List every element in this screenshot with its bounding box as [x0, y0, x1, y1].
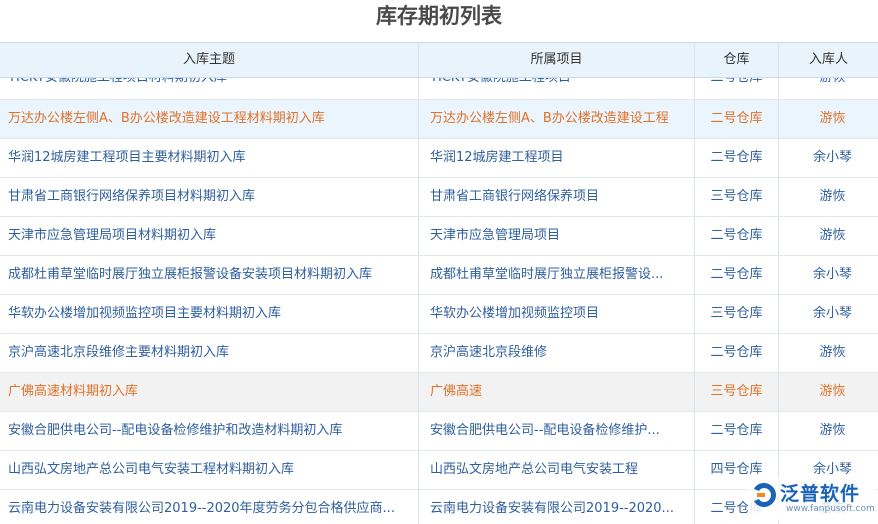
cell-warehouse: 三号仓库	[695, 295, 779, 333]
brand-logo-name: 泛普软件	[780, 483, 861, 505]
stock-initial-table: 入库主题 所属项目 仓库 入库人 TICKY安徽院施工程项目材料期初入库 TIC…	[0, 42, 878, 524]
cell-operator: 游恢	[819, 423, 846, 438]
cell-warehouse: 二号仓库	[695, 334, 779, 372]
cell-warehouse: 二号仓库	[695, 139, 779, 177]
brand-logo-icon	[754, 483, 776, 507]
cell-subject: 华润12城房建工程项目主要材料期初入库	[0, 139, 419, 177]
cell-subject: 安徽合肥供电公司--配电设备检修维护和改造材料期初入库	[0, 412, 419, 450]
cell-subject: 广佛高速材料期初入库	[0, 373, 419, 411]
table-row[interactable]: 山西弘文房地产总公司电气安装工程材料期初入库 山西弘文房地产总公司电气安装工程 …	[0, 451, 878, 490]
table-row[interactable]: 安徽合肥供电公司--配电设备检修维护和改造材料期初入库 安徽合肥供电公司--配电…	[0, 412, 878, 451]
cell-operator: 游恢	[819, 345, 846, 360]
table-row[interactable]: 云南电力设备安装有限公司2019--2020年度劳务分包合格供应商... 云南电…	[0, 490, 878, 524]
brand-logo: 泛普软件 www.fanpusoft.com	[748, 478, 876, 520]
cell-subject: TICKY安徽院施工程项目材料期初入库	[0, 78, 419, 99]
table-row[interactable]: 成都杜甫草堂临时展厅独立展柜报警设备安装项目材料期初入库 成都杜甫草堂临时展厅独…	[0, 256, 878, 295]
cell-subject: 甘肃省工商银行网络保养项目材料期初入库	[0, 178, 419, 216]
cell-project: 天津市应急管理局项目	[419, 217, 695, 255]
table-row[interactable]: 广佛高速材料期初入库 广佛高速 三号仓库 游恢	[0, 373, 878, 412]
table-header: 入库主题 所属项目 仓库 入库人	[0, 42, 878, 78]
cell-project: 安徽合肥供电公司--配电设备检修维护...	[419, 412, 695, 450]
cell-warehouse: 三号仓库	[695, 178, 779, 216]
cell-project: 广佛高速	[419, 373, 695, 411]
cell-subject: 云南电力设备安装有限公司2019--2020年度劳务分包合格供应商...	[0, 490, 419, 524]
cell-operator: 游恢	[819, 228, 846, 243]
cell-project: TICKY安徽院施工程项目	[419, 78, 695, 99]
table-body: TICKY安徽院施工程项目材料期初入库 TICKY安徽院施工程项目 二号仓库 游…	[0, 78, 878, 524]
cell-subject: 山西弘文房地产总公司电气安装工程材料期初入库	[0, 451, 419, 489]
cell-warehouse: 二号仓库	[695, 256, 779, 294]
cell-project: 云南电力设备安装有限公司2019--2020...	[419, 490, 695, 524]
table-row[interactable]: 甘肃省工商银行网络保养项目材料期初入库 甘肃省工商银行网络保养项目 三号仓库 游…	[0, 178, 878, 217]
table-row[interactable]: 天津市应急管理局项目材料期初入库 天津市应急管理局项目 二号仓库 游恢	[0, 217, 878, 256]
cell-subject: 京沪高速北京段维修主要材料期初入库	[0, 334, 419, 372]
brand-logo-url: www.fanpusoft.com	[786, 504, 875, 514]
cell-operator: 余小琴	[812, 267, 852, 282]
cell-subject: 天津市应急管理局项目材料期初入库	[0, 217, 419, 255]
cell-project: 成都杜甫草堂临时展厅独立展柜报警设...	[419, 256, 695, 294]
table-row[interactable]: 京沪高速北京段维修主要材料期初入库 京沪高速北京段维修 二号仓库 游恢	[0, 334, 878, 373]
table-row[interactable]: TICKY安徽院施工程项目材料期初入库 TICKY安徽院施工程项目 二号仓库 游…	[0, 78, 878, 100]
cell-project: 华软办公楼增加视频监控项目	[419, 295, 695, 333]
column-header-subject[interactable]: 入库主题	[0, 43, 419, 77]
cell-warehouse: 二号仓库	[695, 78, 779, 99]
cell-subject: 华软办公楼增加视频监控项目主要材料期初入库	[0, 295, 419, 333]
table-row[interactable]: 华软办公楼增加视频监控项目主要材料期初入库 华软办公楼增加视频监控项目 三号仓库…	[0, 295, 878, 334]
cell-project: 万达办公楼左侧A、B办公楼改造建设工程	[419, 100, 695, 138]
column-header-warehouse[interactable]: 仓库	[695, 43, 779, 77]
cell-operator: 游恢	[819, 384, 846, 399]
cell-warehouse: 三号仓库	[695, 373, 779, 411]
cell-subject: 成都杜甫草堂临时展厅独立展柜报警设备安装项目材料期初入库	[0, 256, 419, 294]
table-row[interactable]: 万达办公楼左侧A、B办公楼改造建设工程材料期初入库 万达办公楼左侧A、B办公楼改…	[0, 100, 878, 139]
cell-project: 山西弘文房地产总公司电气安装工程	[419, 451, 695, 489]
cell-project: 华润12城房建工程项目	[419, 139, 695, 177]
cell-operator: 游恢	[819, 111, 846, 126]
column-header-operator[interactable]: 入库人	[779, 43, 878, 77]
column-header-project[interactable]: 所属项目	[419, 43, 695, 77]
cell-project: 甘肃省工商银行网络保养项目	[419, 178, 695, 216]
table-row[interactable]: 华润12城房建工程项目主要材料期初入库 华润12城房建工程项目 二号仓库 余小琴	[0, 139, 878, 178]
cell-operator: 游恢	[819, 189, 846, 204]
cell-operator: 余小琴	[812, 306, 852, 321]
cell-subject: 万达办公楼左侧A、B办公楼改造建设工程材料期初入库	[0, 100, 419, 138]
cell-project: 京沪高速北京段维修	[419, 334, 695, 372]
cell-operator: 余小琴	[812, 150, 852, 165]
cell-operator: 游恢	[779, 78, 878, 99]
page-title: 库存期初列表	[376, 4, 502, 28]
cell-warehouse: 二号仓库	[695, 100, 779, 138]
cell-warehouse: 二号仓库	[695, 412, 779, 450]
cell-warehouse: 二号仓库	[695, 217, 779, 255]
